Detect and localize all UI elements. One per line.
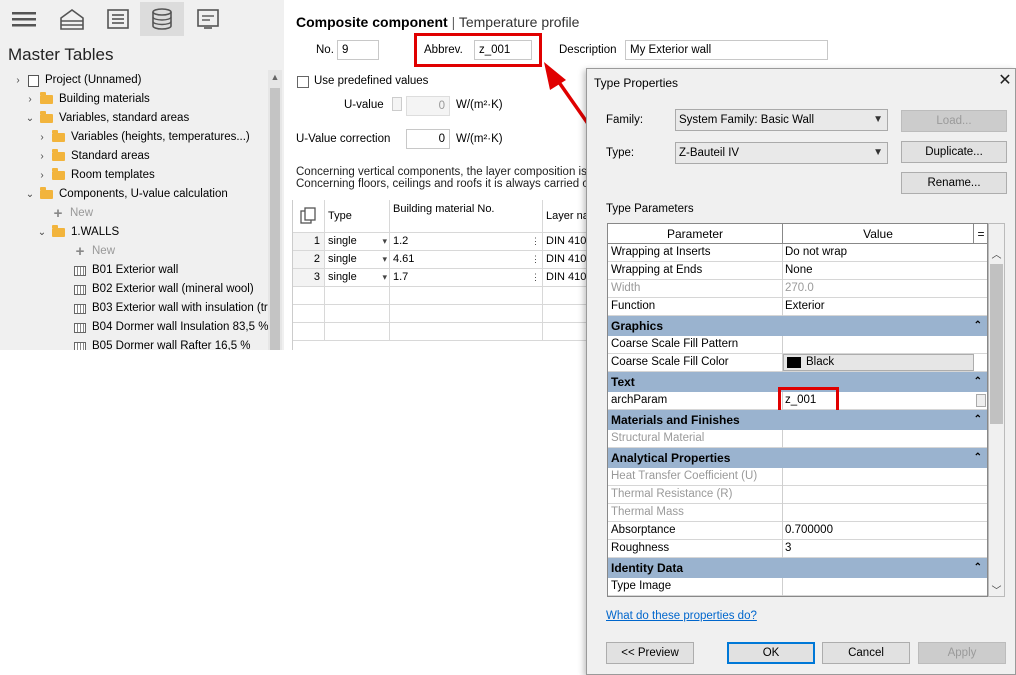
scroll-down-arrow-icon[interactable]: ﹀ [988,582,1005,597]
collapse-icon[interactable]: ⌃ [974,410,982,430]
family-select-value: System Family: Basic Wall [679,114,815,126]
dialog-title: Type Properties [594,76,679,90]
duplicate-button[interactable]: Duplicate... [901,141,1007,163]
column-divider [782,468,783,486]
table-header: Parameter Value = [608,224,987,244]
param-table-scrollbar-thumb[interactable] [990,264,1003,424]
collapse-icon[interactable]: ⌃ [974,372,982,392]
param-row[interactable]: Wrapping at Ends None [608,262,987,280]
param-row[interactable]: Structural Material [608,430,987,448]
group-label: Materials and Finishes [611,413,740,427]
chevron-down-icon: ▼ [873,147,883,158]
type-select-value: Z-Bauteil IV [679,147,740,159]
column-divider [782,280,783,298]
param-name: Wrapping at Inserts [611,246,711,258]
column-divider [782,486,783,504]
param-name: Coarse Scale Fill Pattern [611,338,739,350]
type-parameters-label: Type Parameters [606,203,694,215]
column-divider [782,298,783,316]
column-divider [782,244,783,262]
param-group-header[interactable]: Materials and Finishes ⌃ [608,410,987,430]
param-name: Heat Transfer Coefficient (U) [611,470,758,482]
param-name: archParam [611,394,668,406]
param-row[interactable]: Thermal Resistance (R) [608,486,987,504]
column-divider [782,336,783,354]
type-label: Type: [606,147,635,159]
param-name: Thermal Mass [611,506,684,518]
family-select[interactable]: System Family: Basic Wall ▼ [675,109,888,131]
param-group-header[interactable]: Graphics ⌃ [608,316,987,336]
param-row[interactable]: Roughness 3 [608,540,987,558]
family-label: Family: [606,114,644,126]
group-label: Identity Data [611,561,684,575]
param-name: Wrapping at Ends [611,264,703,276]
param-name: Type Image [611,580,672,592]
preview-button[interactable]: << Preview [606,642,694,664]
param-value[interactable]: 3 [785,540,791,557]
chevron-down-icon: ▼ [873,114,883,125]
param-name: Absorptance [611,524,676,536]
edit-button-icon[interactable] [976,394,986,407]
help-link[interactable]: What do these properties do? [606,610,757,622]
param-name: Roughness [611,542,670,554]
param-group-header[interactable]: Identity Data ⌃ [608,558,987,578]
param-row[interactable]: Absorptance 0.700000 [608,522,987,540]
column-divider [782,540,783,558]
param-row[interactable]: archParam z_001 [608,387,987,414]
param-row[interactable]: Coarse Scale Fill Pattern [608,336,987,354]
collapse-icon[interactable]: ⌃ [974,316,982,336]
load-button[interactable]: Load... [901,110,1007,132]
col-header-value[interactable]: Value [783,224,974,244]
column-divider [782,504,783,522]
apply-button[interactable]: Apply [918,642,1006,664]
cancel-button[interactable]: Cancel [822,642,910,664]
param-name: Function [611,300,656,312]
color-name: Black [806,356,835,368]
group-label: Text [611,375,635,389]
param-value[interactable]: 270.0 [785,280,814,297]
group-label: Graphics [611,319,664,333]
param-value[interactable]: 0.700000 [785,522,833,539]
param-name: Coarse Scale Fill Color [611,356,729,368]
color-swatch [787,357,801,368]
color-picker-button[interactable]: Black [783,354,974,371]
scroll-up-arrow-icon[interactable]: ︿ [988,246,1005,261]
param-value[interactable]: None [785,262,813,279]
column-divider [782,578,783,596]
rename-button[interactable]: Rename... [901,172,1007,194]
param-row[interactable]: Heat Transfer Coefficient (U) [608,468,987,486]
param-row[interactable]: Type Image [608,578,987,596]
param-row[interactable]: Width 270.0 [608,280,987,298]
col-header-parameter[interactable]: Parameter [608,224,783,244]
param-value[interactable]: Exterior [785,298,825,315]
param-row[interactable]: Wrapping at Inserts Do not wrap [608,244,987,262]
column-divider [782,262,783,280]
param-row[interactable]: Function Exterior [608,298,987,316]
close-icon[interactable]: ✕ [996,72,1014,90]
param-name: Width [611,282,641,294]
type-parameters-table: Parameter Value = Wrapping at Inserts Do … [607,223,988,597]
param-name: Thermal Resistance (R) [611,488,733,500]
param-value[interactable]: Do not wrap [785,244,847,261]
column-divider [782,522,783,540]
collapse-icon[interactable]: ⌃ [974,448,982,468]
param-name: Structural Material [611,432,705,444]
col-header-eq[interactable]: = [974,224,987,244]
param-row[interactable]: Coarse Scale Fill Color Black [608,354,987,372]
param-row[interactable]: Thermal Mass [608,504,987,522]
collapse-icon[interactable]: ⌃ [974,558,982,578]
type-select[interactable]: Z-Bauteil IV ▼ [675,142,888,164]
column-divider [782,430,783,448]
group-label: Analytical Properties [611,451,731,465]
param-group-header[interactable]: Analytical Properties ⌃ [608,448,987,468]
ok-button[interactable]: OK [727,642,815,664]
